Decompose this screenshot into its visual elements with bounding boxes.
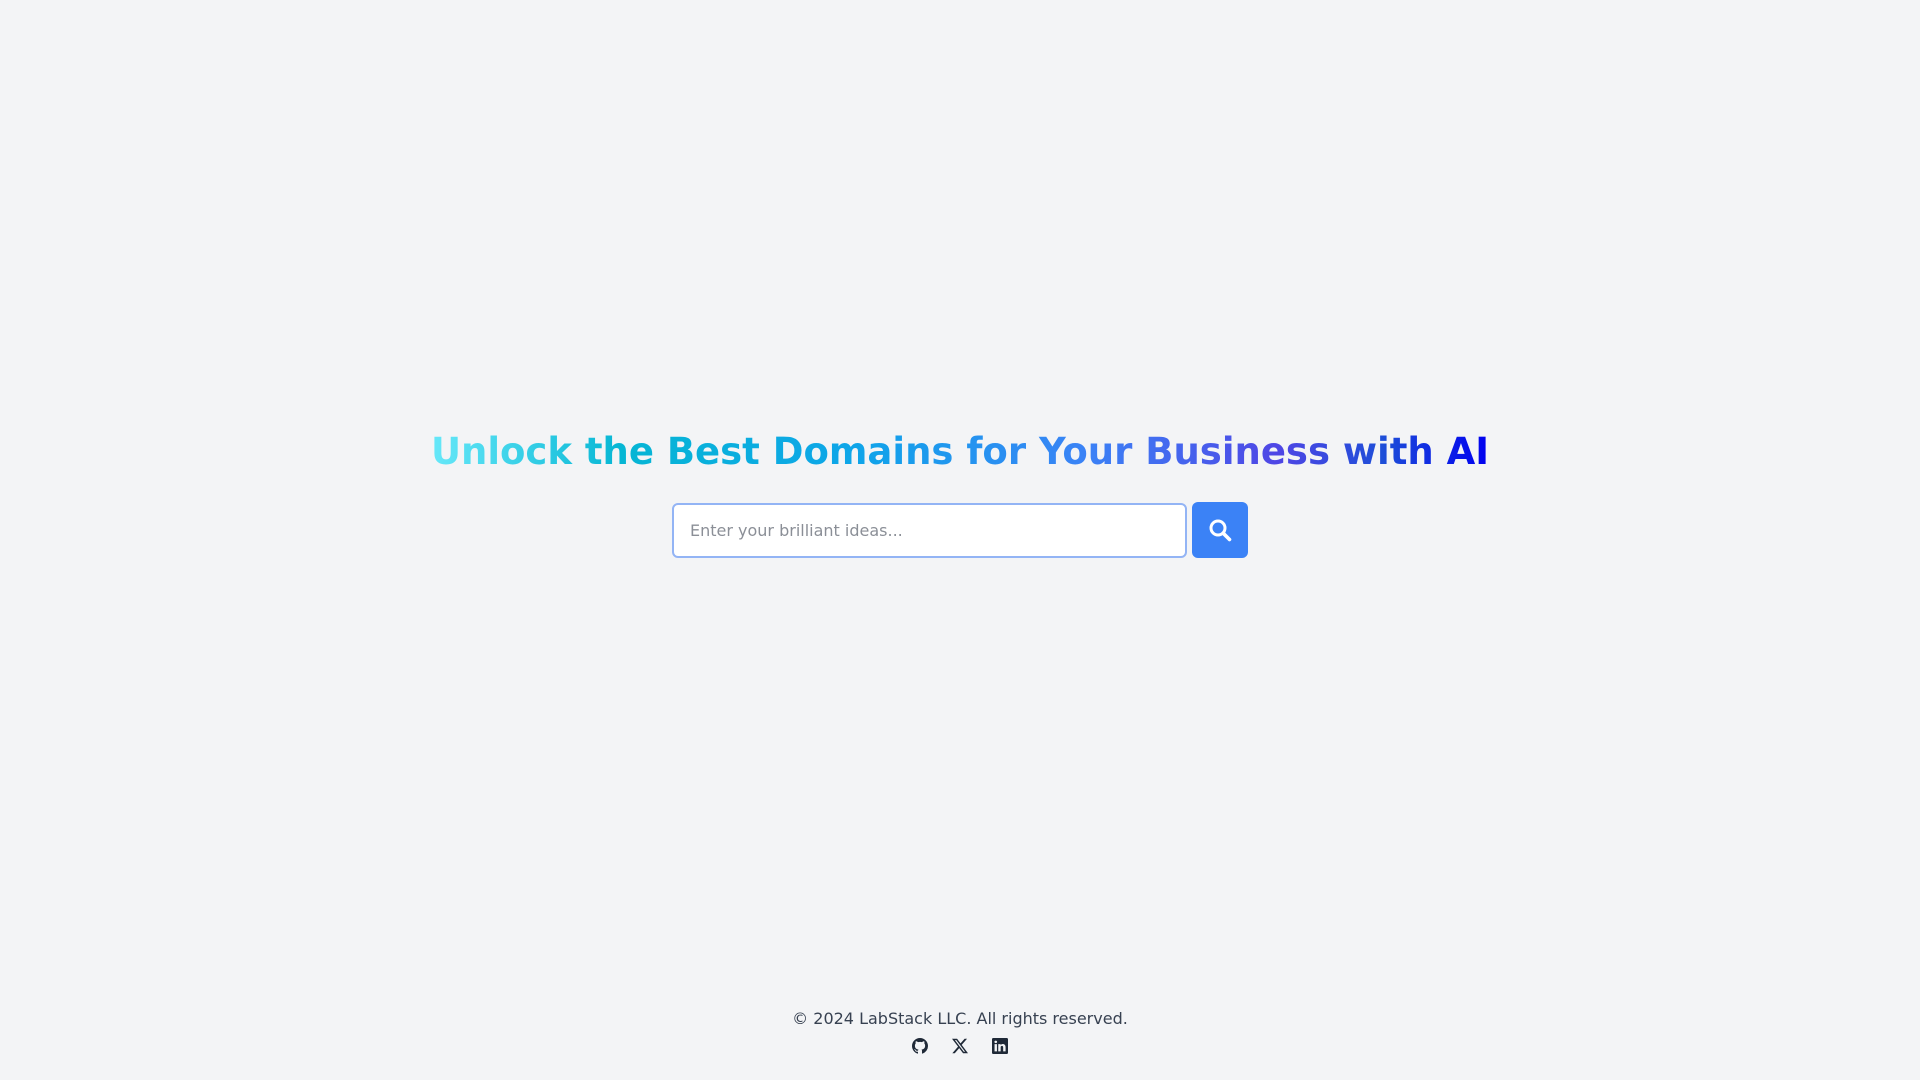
github-icon (912, 1038, 928, 1054)
hero-section: Unlock the Best Domains for Your Busines… (0, 424, 1920, 558)
x-icon (952, 1038, 968, 1054)
footer: © 2024 LabStack LLC. All rights reserved… (0, 1008, 1920, 1054)
headline: Unlock the Best Domains for Your Busines… (431, 424, 1489, 480)
linkedin-link[interactable] (992, 1038, 1008, 1054)
search-icon (1208, 518, 1232, 542)
social-links (912, 1038, 1008, 1054)
copyright-text: © 2024 LabStack LLC. All rights reserved… (792, 1009, 1128, 1028)
x-link[interactable] (952, 1038, 968, 1054)
linkedin-icon (992, 1038, 1008, 1054)
search-input[interactable] (672, 502, 1187, 558)
github-link[interactable] (912, 1038, 928, 1054)
page: Unlock the Best Domains for Your Busines… (0, 0, 1920, 1080)
search-button[interactable] (1192, 502, 1248, 558)
search-bar (672, 502, 1248, 558)
